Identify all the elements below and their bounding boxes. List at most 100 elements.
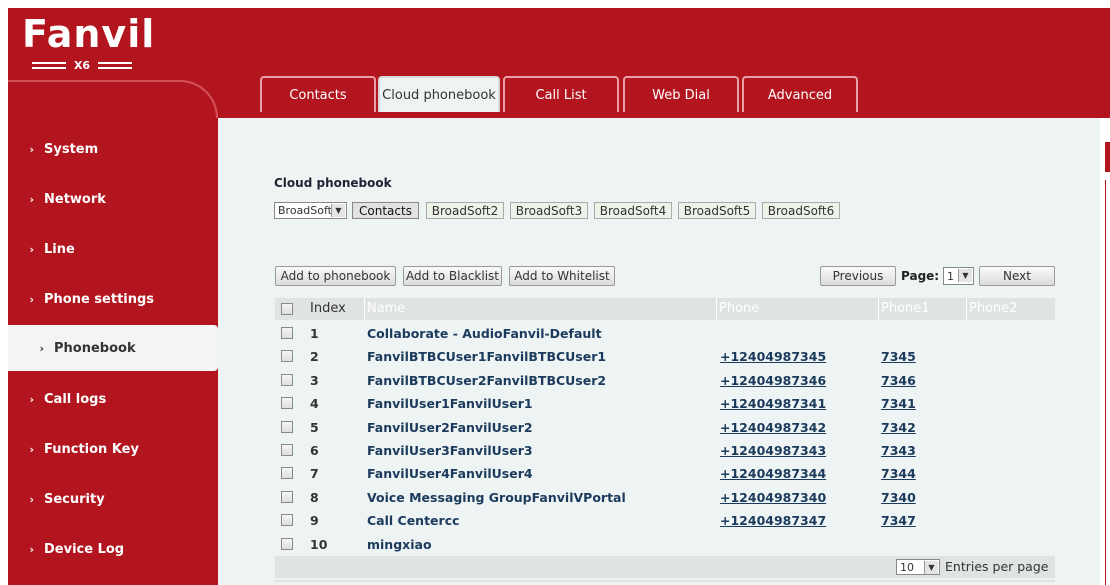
right-edge-line <box>1105 180 1106 585</box>
row-name: mingxiao <box>367 536 432 552</box>
logo-bars-left <box>32 61 66 69</box>
row-phone1-link[interactable]: 7346 <box>881 369 916 392</box>
sidebar-item-system[interactable]: › System <box>8 126 218 172</box>
sidebar-item-label: Line <box>44 241 75 257</box>
row-name: FanvilUser4FanvilUser4 <box>367 466 533 482</box>
previous-button[interactable]: Previous <box>820 266 896 286</box>
row-checkbox[interactable] <box>281 490 293 503</box>
sidebar-item-label: Function Key <box>44 441 139 457</box>
fanvil-logo: Fanvil X6 <box>22 12 156 74</box>
table-header: Index Name Phone Phone1 Phone2 <box>275 298 1055 320</box>
tab-contacts[interactable]: Contacts <box>260 76 376 112</box>
table-row: 5 FanvilUser2FanvilUser2 +12404987342 7342 <box>275 416 1055 439</box>
chevron-right-icon: › <box>29 442 34 456</box>
row-index: 2 <box>310 349 319 365</box>
tab-cloud-phonebook[interactable]: Cloud phonebook <box>378 76 500 112</box>
row-phone1-link[interactable]: 7344 <box>881 462 916 485</box>
chevron-down-icon[interactable]: ▼ <box>958 269 972 282</box>
row-checkbox[interactable] <box>281 350 293 363</box>
chevron-down-icon[interactable]: ▼ <box>924 561 938 574</box>
row-name: Call Centercc <box>367 513 460 529</box>
table-row: 9 Call Centercc +12404987347 7347 <box>275 509 1055 532</box>
sidebar-item-line[interactable]: › Line <box>8 226 218 272</box>
table-row: 2 FanvilBTBCUser1FanvilBTBCUser1 +12404987… <box>275 345 1055 368</box>
logo-bars-right <box>98 61 133 69</box>
chevron-right-icon: › <box>29 192 34 206</box>
row-phone1-link[interactable]: 7347 <box>881 509 916 532</box>
chevron-right-icon: › <box>29 142 34 156</box>
sidebar-item-label: Phone settings <box>44 291 155 307</box>
row-phone-link[interactable]: +12404987344 <box>720 462 826 485</box>
phonebook-button-broadsoft3[interactable]: BroadSoft3 <box>510 202 588 219</box>
tab-web-dial[interactable]: Web Dial <box>623 76 739 112</box>
tab-call-list[interactable]: Call List <box>503 76 619 112</box>
sidebar-item-security[interactable]: › Security <box>8 476 218 522</box>
row-phone-link[interactable]: +12404987340 <box>720 486 826 509</box>
row-phone1-link[interactable]: 7341 <box>881 392 916 415</box>
row-name: Collaborate - AudioFanvil-Default <box>367 326 602 341</box>
tab-advanced[interactable]: Advanced <box>742 76 858 112</box>
phonebook-button-broadsoft6[interactable]: BroadSoft6 <box>762 202 840 219</box>
sidebar-item-phonebook[interactable]: › Phonebook <box>8 325 218 371</box>
phonebook-button-broadsoft5[interactable]: BroadSoft5 <box>678 202 756 219</box>
sidebar-item-device-log[interactable]: › Device Log <box>8 526 218 572</box>
sidebar-item-phone-settings[interactable]: › Phone settings <box>8 276 218 322</box>
row-checkbox[interactable] <box>281 467 293 480</box>
column-divider <box>878 298 879 320</box>
row-phone-link[interactable]: +12404987345 <box>720 345 826 368</box>
add-to-whitelist-button[interactable]: Add to Whitelist <box>509 266 615 286</box>
row-index: 5 <box>310 419 319 435</box>
phonebook-button-contacts[interactable]: Contacts <box>352 202 419 219</box>
table-footer: 10 ▼ Entries per page <box>275 556 1055 578</box>
row-phone-link[interactable]: +12404987342 <box>720 416 826 439</box>
row-index: 6 <box>310 443 319 458</box>
row-name: FanvilUser3FanvilUser3 <box>367 443 533 458</box>
row-index: 4 <box>310 396 319 412</box>
page-label: Page: <box>901 269 940 283</box>
select-all-checkbox[interactable] <box>281 303 293 315</box>
sidebar-item-label: Security <box>44 491 105 507</box>
row-checkbox[interactable] <box>281 444 293 456</box>
row-name: FanvilUser1FanvilUser1 <box>367 396 533 412</box>
row-phone1-link[interactable]: 7345 <box>881 345 916 368</box>
row-phone1-link[interactable]: 7340 <box>881 486 916 509</box>
row-checkbox[interactable] <box>281 514 293 527</box>
sidebar-item-call-logs[interactable]: › Call logs <box>8 376 218 422</box>
source-select[interactable]: BroadSoft ▼ <box>274 202 347 219</box>
chevron-down-icon[interactable]: ▼ <box>331 204 345 217</box>
phonebook-button-broadsoft2[interactable]: BroadSoft2 <box>426 202 504 219</box>
sidebar-item-function-key[interactable]: › Function Key <box>8 426 218 472</box>
page-select[interactable]: 1 ▼ <box>943 267 974 285</box>
column-divider <box>716 298 717 320</box>
row-checkbox[interactable] <box>281 397 293 410</box>
row-index: 9 <box>310 513 319 529</box>
phonebook-button-broadsoft4[interactable]: BroadSoft4 <box>594 202 672 219</box>
add-to-phonebook-button[interactable]: Add to phonebook <box>275 266 396 286</box>
table-bottom-line <box>275 580 1055 582</box>
page-select-value: 1 <box>947 269 954 283</box>
sidebar-top-curve <box>8 80 218 118</box>
column-divider <box>966 298 967 320</box>
next-button[interactable]: Next <box>979 266 1055 286</box>
sidebar-item-label: System <box>44 141 99 157</box>
chevron-right-icon: › <box>39 341 44 355</box>
sidebar-item-network[interactable]: › Network <box>8 176 218 222</box>
brand-name: Fanvil <box>22 12 156 56</box>
chevron-right-icon: › <box>29 392 34 406</box>
entries-select[interactable]: 10 ▼ <box>896 559 940 575</box>
row-checkbox[interactable] <box>281 420 293 433</box>
row-phone-link[interactable]: +12404987347 <box>720 509 826 532</box>
row-checkbox[interactable] <box>281 327 293 339</box>
header-name: Name <box>367 301 406 316</box>
chevron-right-icon: › <box>29 292 34 306</box>
row-phone-link[interactable]: +12404987343 <box>720 439 826 462</box>
row-phone-link[interactable]: +12404987346 <box>720 369 826 392</box>
header-phone2: Phone2 <box>969 301 1018 316</box>
row-phone1-link[interactable]: 7343 <box>881 439 916 462</box>
row-checkbox[interactable] <box>281 537 293 550</box>
row-checkbox[interactable] <box>281 373 293 386</box>
add-to-blacklist-button[interactable]: Add to Blacklist <box>403 266 502 286</box>
row-phone-link[interactable]: +12404987341 <box>720 392 826 415</box>
row-phone1-link[interactable]: 7342 <box>881 416 916 439</box>
row-name: FanvilBTBCUser2FanvilBTBCUser2 <box>367 372 607 388</box>
